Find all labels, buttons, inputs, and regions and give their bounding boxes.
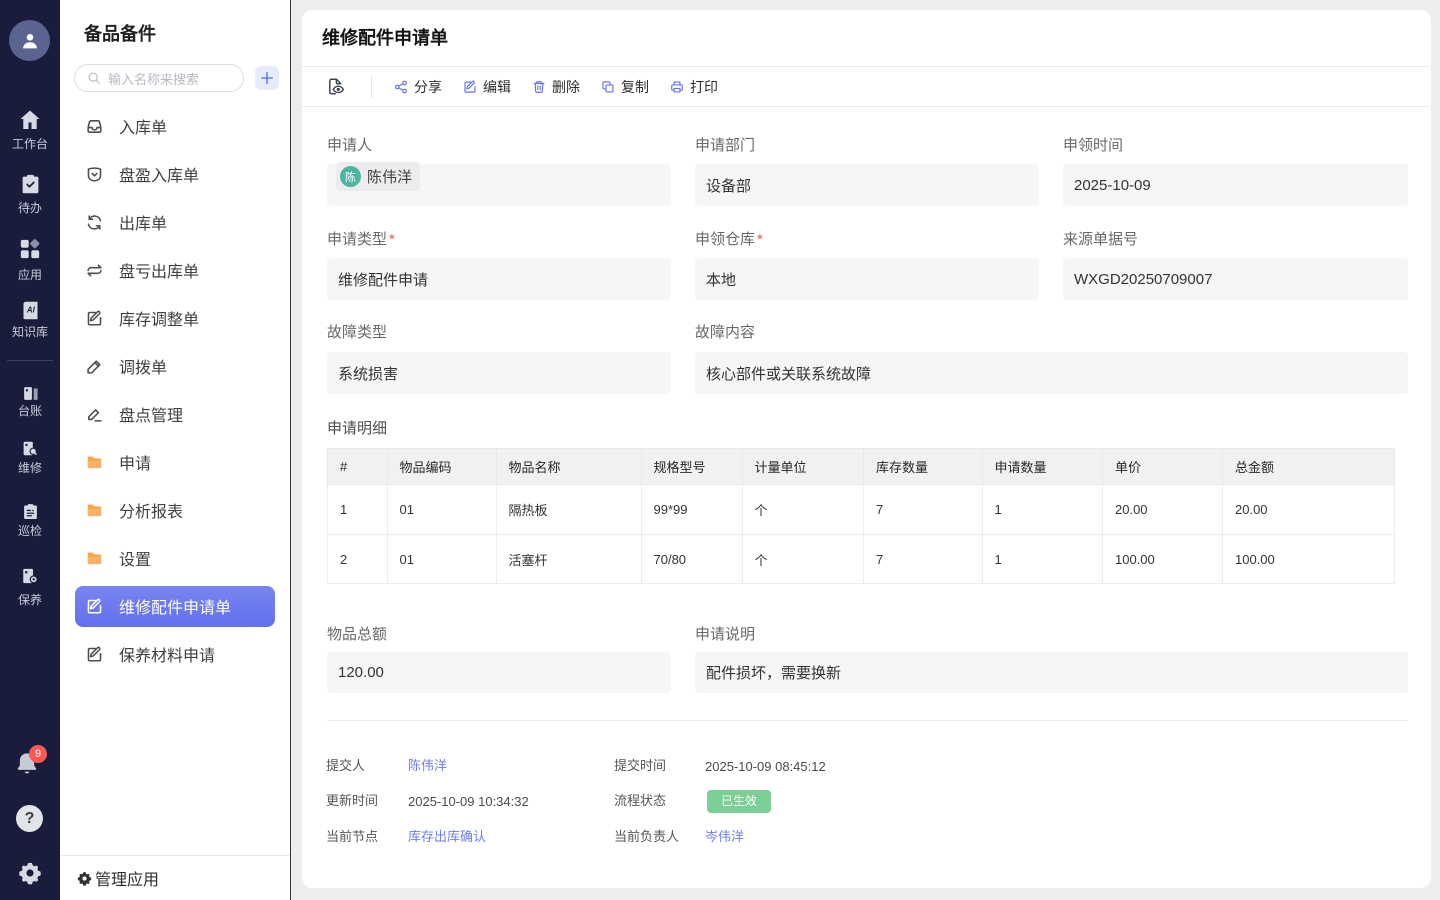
- svg-text:AI: AI: [25, 306, 35, 315]
